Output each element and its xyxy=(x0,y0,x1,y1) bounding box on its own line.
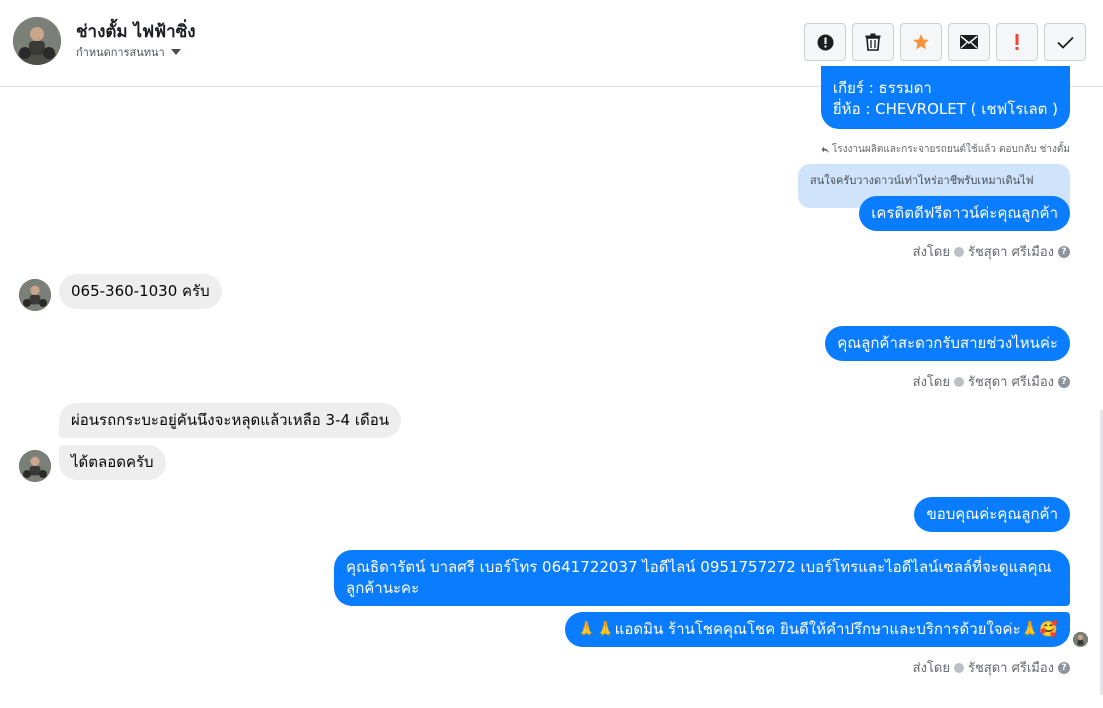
sender-status-icon xyxy=(953,246,964,257)
star-button[interactable] xyxy=(900,23,942,61)
conversation-settings-dropdown[interactable]: กำหนดการสนทนา xyxy=(76,43,181,61)
reply-arrow-icon xyxy=(821,146,829,153)
person-photo-icon xyxy=(19,450,51,482)
sent-by-prefix: ส่งโดย xyxy=(912,661,950,676)
incoming-message[interactable]: ผ่อนรถกระบะอยู่คันนึงจะหลุดแล้วเหลือ 3-4… xyxy=(59,403,401,438)
sent-by-info: ส่งโดย รัชสุดา ศรีเมือง ? xyxy=(913,371,1070,392)
sender-name[interactable]: รัชสุดา ศรีเมือง xyxy=(968,657,1054,678)
contact-name[interactable]: ช่างตั้ม ไฟฟ้าซิ่ง xyxy=(76,18,196,45)
help-icon[interactable]: ? xyxy=(1058,245,1070,258)
incoming-message[interactable]: 065-360-1030 ครับ xyxy=(59,274,222,309)
sender-avatar[interactable] xyxy=(19,450,51,482)
trash-icon xyxy=(865,33,881,51)
check-icon xyxy=(1056,36,1074,49)
help-icon[interactable]: ? xyxy=(1058,375,1070,388)
mark-unread-button[interactable] xyxy=(948,23,990,61)
outgoing-message[interactable]: เครดิตดีฟรีดาวน์ค่ะคุณลูกค้า xyxy=(859,196,1070,231)
delete-button[interactable] xyxy=(852,23,894,61)
message-line-brand: ยี่ห้อ : CHEVROLET ( เชฟโรเลต ) xyxy=(832,100,1058,118)
sent-by-prefix: ส่งโดย xyxy=(912,375,950,390)
reply-context-note: โรงงานผลิตและกระจายรถยนต์ใช้แล้ว ตอบกลับ… xyxy=(821,142,1070,157)
incoming-message[interactable]: ได้ตลอดครับ xyxy=(59,445,166,480)
exclamation-icon xyxy=(1015,34,1019,50)
outgoing-message-car-info[interactable]: เกียร์ : ธรรมดา ยี่ห้อ : CHEVROLET ( เชฟ… xyxy=(820,66,1070,129)
sender-name[interactable]: รัชสุดา ศรีเมือง xyxy=(968,371,1054,392)
sent-by-info: ส่งโดย รัชสุดา ศรีเมือง ? xyxy=(913,241,1070,262)
person-photo-icon xyxy=(1073,632,1088,647)
mail-icon xyxy=(960,35,978,49)
reply-context-text: โรงงานผลิตและกระจายรถยนต์ใช้แล้ว ตอบกลับ… xyxy=(831,144,1070,155)
mark-done-button[interactable] xyxy=(1044,23,1086,61)
star-icon xyxy=(913,34,929,50)
outgoing-message-sales-contact[interactable]: คุณธิดารัตน์ บาลศรี เบอร์โทร 0641722037 … xyxy=(334,550,1070,606)
follow-up-button[interactable] xyxy=(996,23,1038,61)
help-icon[interactable]: ? xyxy=(1058,661,1070,674)
message-line-gear: เกียร์ : ธรรมดา xyxy=(832,79,932,97)
sender-status-icon xyxy=(953,662,964,673)
outgoing-message[interactable]: ขอบคุณค่ะคุณลูกค้า xyxy=(914,497,1070,532)
mark-spam-button[interactable] xyxy=(804,23,846,61)
person-photo-icon xyxy=(19,279,51,311)
outgoing-message[interactable]: คุณลูกค้าสะดวกรับสายช่วงไหนค่ะ xyxy=(825,326,1070,361)
conversation-settings-label: กำหนดการสนทนา xyxy=(76,46,165,59)
sent-by-info: ส่งโดย รัชสุดา ศรีเมือง ? xyxy=(913,657,1070,678)
seen-indicator-avatar xyxy=(1073,632,1088,647)
caret-down-icon xyxy=(170,48,181,55)
sender-status-icon xyxy=(953,376,964,387)
person-photo-icon xyxy=(13,17,61,65)
contact-avatar[interactable] xyxy=(13,17,61,65)
sent-by-prefix: ส่งโดย xyxy=(912,245,950,260)
sender-avatar[interactable] xyxy=(19,279,51,311)
alert-circle-icon xyxy=(817,34,833,50)
sender-name[interactable]: รัชสุดา ศรีเมือง xyxy=(968,241,1054,262)
message-line: ลูกค้านะคะ xyxy=(346,579,420,597)
outgoing-message-greeting[interactable]: 🙏🙏แอดมิน ร้านโชคคุณโชค ยินดีให้คำปรึกษาแ… xyxy=(565,612,1070,647)
message-line: คุณธิดารัตน์ บาลศรี เบอร์โทร 0641722037 … xyxy=(346,558,1052,576)
